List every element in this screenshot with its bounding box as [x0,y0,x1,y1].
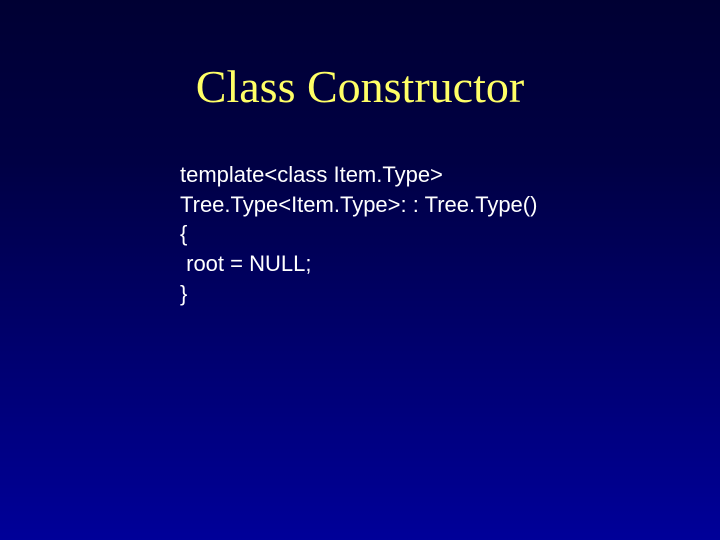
slide-title: Class Constructor [0,60,720,113]
slide: Class Constructor template<class Item.Ty… [0,0,720,540]
code-line-4: root = NULL; [180,249,537,279]
code-block: template<class Item.Type> Tree.Type<Item… [180,160,537,308]
code-line-1: template<class Item.Type> [180,160,537,190]
code-line-3: { [180,219,537,249]
code-line-2: Tree.Type<Item.Type>: : Tree.Type() [180,190,537,220]
code-line-5: } [180,279,537,309]
